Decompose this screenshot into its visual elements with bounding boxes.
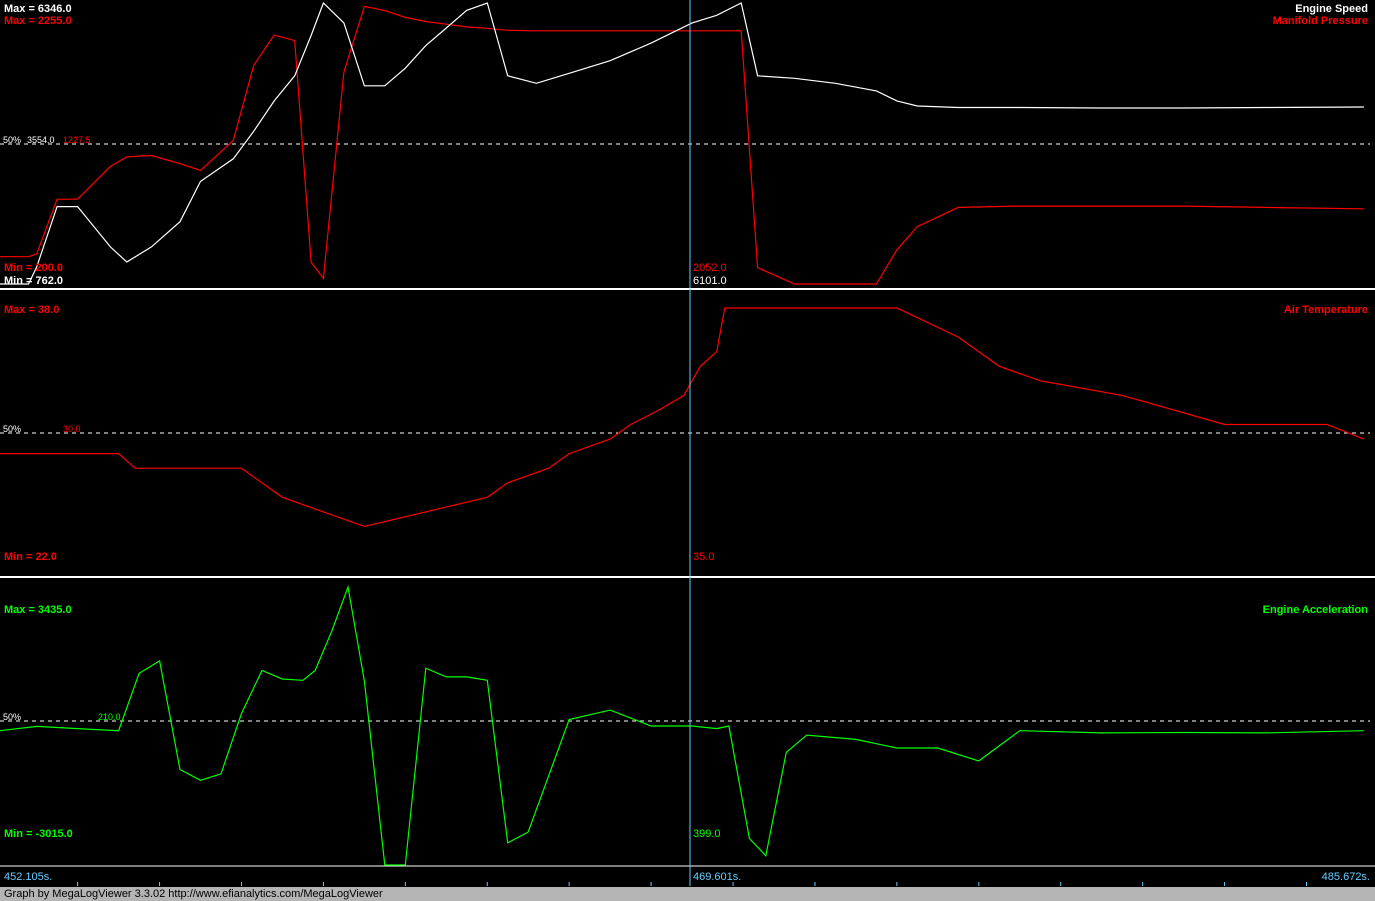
manifold-pressure-max-label: Max = 2255.0 (4, 15, 72, 27)
footer-credit: Graph by MegaLogViewer 3.3.02 http://www… (0, 887, 1375, 901)
manifold-pressure-cursor-value: 2052.0 (693, 262, 727, 274)
manifold-pressure-min-label: Min = 200.0 (4, 262, 63, 274)
air-temperature-mid-value: 30.0 (63, 424, 81, 434)
engine-speed-title: Engine Speed (1295, 3, 1368, 15)
engine-speed-max-label: Max = 6346.0 (4, 3, 72, 15)
manifold-pressure-title: Manifold Pressure (1273, 15, 1368, 27)
engine-acceleration-cursor-value: 399.0 (693, 828, 721, 840)
midline-percent-label-3: 50% (3, 712, 21, 722)
time-axis-end-label: 485.672s. (1322, 871, 1370, 883)
air-temperature-cursor-value: 35.0 (693, 551, 714, 563)
engine-acceleration-title: Engine Acceleration (1263, 604, 1369, 616)
midline-percent-label-1: 50% (3, 135, 21, 145)
air-temperature-min-label: Min = 22.0 (4, 551, 57, 563)
engine-acceleration-min-label: Min = -3015.0 (4, 828, 73, 840)
air-temperature-max-label: Max = 38.0 (4, 304, 59, 316)
time-axis-cursor-label: 469.601s. (693, 871, 741, 883)
time-axis-start-label: 452.105s. (4, 871, 52, 883)
megalogviewer-chart: Max = 6346.0 Max = 2255.0 Engine Speed M… (0, 0, 1375, 901)
engine-speed-min-label: Min = 762.0 (4, 275, 63, 287)
manifold-pressure-mid-value: 1227.5 (63, 135, 91, 145)
midline-percent-label-2: 50% (3, 424, 21, 434)
air-temperature-title: Air Temperature (1284, 304, 1368, 316)
engine-speed-mid-value: 3554.0 (27, 135, 55, 145)
engine-speed-cursor-value: 6101.0 (693, 275, 727, 287)
engine-acceleration-mid-value: 210.0 (98, 712, 121, 722)
engine-acceleration-max-label: Max = 3435.0 (4, 604, 72, 616)
chart-background (0, 0, 1375, 901)
